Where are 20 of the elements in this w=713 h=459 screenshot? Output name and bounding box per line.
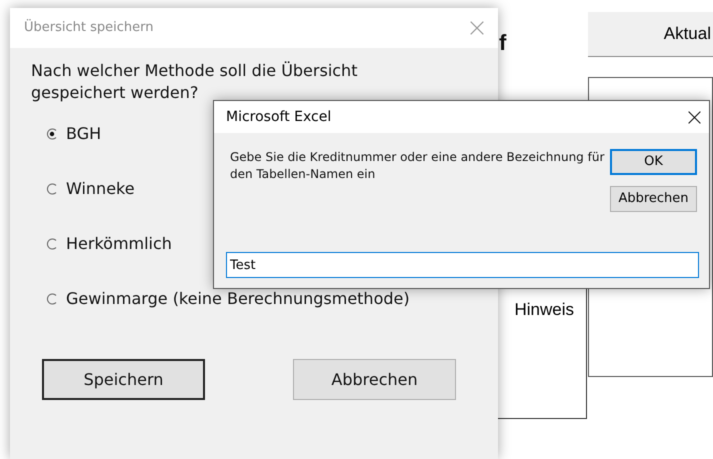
radio-button[interactable] bbox=[46, 238, 58, 250]
sheet-button[interactable]: Aktual bbox=[588, 12, 713, 57]
window-title: Microsoft Excel bbox=[226, 108, 332, 126]
input-field[interactable]: Test bbox=[226, 252, 699, 278]
option-label[interactable]: BGH bbox=[66, 122, 102, 146]
option-label[interactable]: Winneke bbox=[66, 177, 135, 201]
cancel-button[interactable]: Abbrechen bbox=[610, 186, 697, 212]
window-title: Übersicht speichern bbox=[24, 18, 154, 38]
prompt-text: Gebe Sie die Kreditnummer oder eine andere Bezeichnung für den Tabellen-Namen ein bbox=[230, 149, 606, 183]
option-label[interactable]: Gewinmarge (keine Berechnungsmethode) bbox=[66, 287, 410, 311]
radio-button[interactable] bbox=[46, 293, 58, 305]
save-button[interactable]: Speichern bbox=[42, 359, 205, 400]
option-label[interactable]: Herkömmlich bbox=[66, 232, 172, 256]
cancel-button[interactable]: Abbrechen bbox=[293, 359, 456, 400]
question-text: Nach welcher Methode soll die Übersicht gespeichert werden? bbox=[31, 60, 358, 104]
close-icon[interactable] bbox=[688, 110, 701, 124]
radio-button[interactable] bbox=[46, 183, 58, 195]
radio-button[interactable] bbox=[46, 128, 58, 140]
cell-text: f bbox=[499, 30, 506, 56]
ok-button[interactable]: OK bbox=[610, 149, 697, 175]
